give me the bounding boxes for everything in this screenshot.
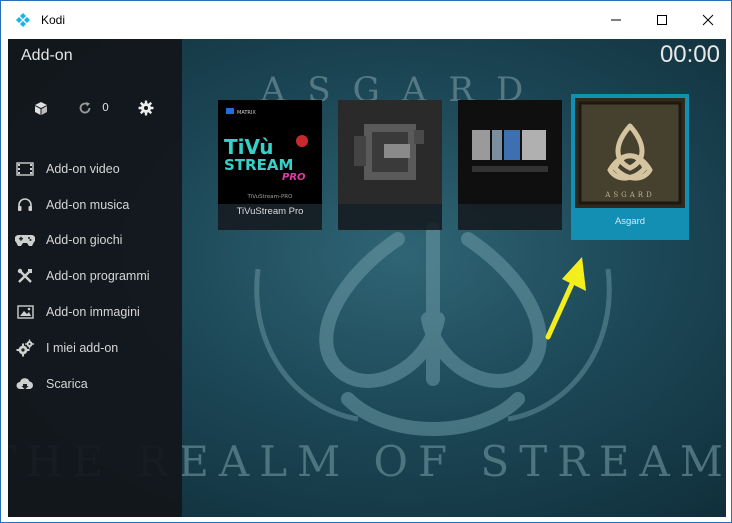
tivustream-logo-caption: TiVuStream-PRO <box>247 194 294 200</box>
refresh-icon <box>79 102 91 114</box>
sidebar-item-pictures[interactable]: Add-on immagini <box>8 294 182 330</box>
sidebar-menu: Add-on video Add-on musica Add-on giochi… <box>8 151 182 402</box>
window-controls <box>593 1 731 39</box>
minimize-button[interactable] <box>593 1 639 39</box>
addon-thumbnail <box>338 100 442 204</box>
close-button[interactable] <box>685 1 731 39</box>
sidebar-item-label: Add-on programmi <box>46 269 150 284</box>
addon-tile-asgard[interactable]: ASGARD Asgard <box>571 94 689 240</box>
sidebar-item-music[interactable]: Add-on musica <box>8 187 182 223</box>
sidebar-item-download[interactable]: Scarica <box>8 366 182 402</box>
updates-count: 0 <box>102 101 109 114</box>
pixelated-logo-icon <box>458 100 562 204</box>
sidebar-item-my-addons[interactable]: I miei add-on <box>8 330 182 366</box>
tivustream-brand-text: MATRIX <box>237 110 256 116</box>
gears-icon <box>15 339 35 357</box>
addon-thumbnail <box>458 100 562 204</box>
sidebar-toolbar: 0 <box>8 97 182 121</box>
tivustream-logo-line3: PRO <box>282 172 306 183</box>
sidebar-item-video[interactable]: Add-on video <box>8 151 182 187</box>
addon-thumbnail: MATRIX TiVù STREAM PRO TiVuStream-PRO <box>218 100 322 204</box>
addon-tile-blurred-1[interactable] <box>338 100 442 230</box>
updates-button[interactable] <box>74 97 96 119</box>
headphones-icon <box>15 196 35 214</box>
open-box-icon <box>35 102 47 115</box>
page-title: Add-on <box>21 47 73 64</box>
film-icon <box>15 160 35 178</box>
cloud-download-icon <box>15 375 35 393</box>
sidebar-item-label: Add-on immagini <box>46 305 140 320</box>
window-title: Kodi <box>41 13 66 27</box>
sidebar-item-label: Add-on musica <box>46 197 130 212</box>
maximize-button[interactable] <box>639 1 685 39</box>
tools-icon <box>15 267 35 285</box>
sidebar-item-label: I miei add-on <box>46 340 119 355</box>
sidebar-item-programs[interactable]: Add-on programmi <box>8 258 182 294</box>
addon-tile-blurred-2[interactable] <box>458 100 562 230</box>
addon-browser-button[interactable] <box>30 97 52 119</box>
annotation-arrow-icon <box>545 257 586 340</box>
maximize-icon <box>657 15 667 25</box>
clock: 00:00 <box>659 41 720 68</box>
addon-thumbnail: ASGARD <box>575 98 685 208</box>
sidebar-item-label: Add-on video <box>46 161 120 176</box>
kodi-content: ASGARD THE REALM OF STREAMING Add-on 00:… <box>8 39 726 517</box>
kodi-window: Kodi ASGARD REALM OF STREAM Add-on 00:00… <box>0 0 732 523</box>
addon-tile-tivustream[interactable]: MATRIX TiVù STREAM PRO TiVuStream-PRO Ti… <box>218 100 322 230</box>
sidebar-item-label: Add-on giochi <box>46 233 123 248</box>
settings-button[interactable] <box>135 97 157 119</box>
minimize-icon <box>611 19 621 21</box>
gamepad-icon <box>15 231 35 249</box>
picture-icon <box>15 303 35 321</box>
sidebar-item-games[interactable]: Add-on giochi <box>8 223 182 259</box>
gear-icon <box>138 100 154 116</box>
addon-name: Asgard <box>614 216 646 227</box>
sidebar-item-label: Scarica <box>46 376 88 391</box>
pixelated-logo-icon <box>338 100 442 204</box>
asgard-logo-caption: ASGARD <box>604 191 654 199</box>
title-bar: Kodi <box>1 1 731 39</box>
addon-name: TiVuStream Pro <box>236 206 304 217</box>
tv-logo-icon <box>296 135 308 147</box>
close-icon <box>702 14 714 26</box>
kodi-logo-icon <box>16 13 30 27</box>
